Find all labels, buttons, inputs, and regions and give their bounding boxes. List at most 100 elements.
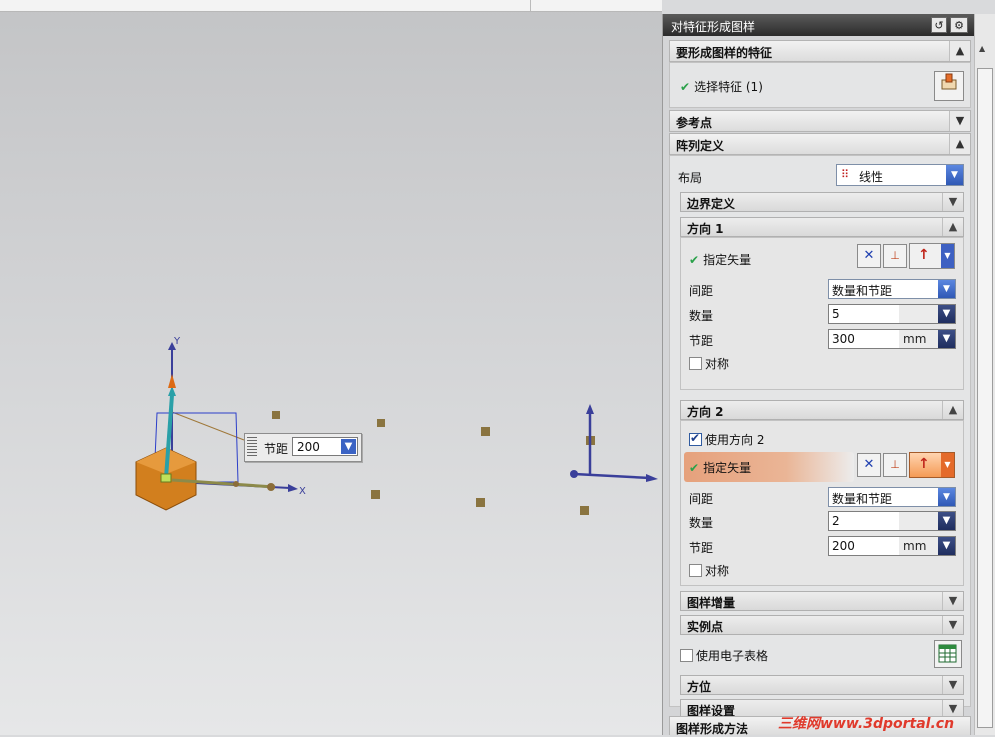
layout-select[interactable]: ⠿ 线性 ▼	[836, 164, 964, 186]
instance-point	[377, 419, 385, 427]
field-shade	[899, 305, 938, 323]
direction-1-area: ✔指定矢量 ✕ ⊥ ↑ ▼ 间距 数量和节距 ▼ 数量 5 ▼ 节距 300	[680, 237, 964, 390]
spacing-select[interactable]: 数量和节距 ▼	[828, 487, 956, 507]
spacing-label: 间距	[689, 284, 714, 298]
expand-icon[interactable]: ▼	[942, 592, 963, 610]
layout-value: 线性	[859, 170, 884, 184]
expand-icon[interactable]: ▼	[942, 193, 963, 211]
spacing-value: 数量和节距	[832, 284, 893, 298]
subsection-pattern-increment[interactable]: 图样增量 ▼	[680, 591, 964, 611]
subsection-boundary[interactable]: 边界定义 ▼	[680, 192, 964, 212]
chevron-down-icon[interactable]: ▼	[941, 453, 954, 477]
count-value: 2	[832, 514, 840, 528]
reverse-direction-button[interactable]: ✕	[857, 244, 881, 268]
use-direction-2-label: 使用方向 2	[705, 433, 765, 447]
pitch-field[interactable]: 200 ▼	[292, 437, 358, 456]
count-field[interactable]: 5 ▼	[828, 304, 956, 324]
arrow-down-icon[interactable]: ▼	[938, 330, 955, 348]
spreadsheet-checkbox[interactable]	[680, 649, 693, 662]
scrollbar-thumb[interactable]	[977, 68, 993, 728]
chevron-down-icon[interactable]: ▼	[938, 488, 955, 506]
gear-icon[interactable]: ⚙	[950, 17, 968, 33]
arrow-down-icon[interactable]: ▼	[938, 305, 955, 323]
collapse-icon[interactable]: ▲	[949, 134, 970, 154]
subsection-instance-points[interactable]: 实例点 ▼	[680, 615, 964, 635]
use-direction-2-checkbox[interactable]	[689, 431, 702, 446]
scene-canvas[interactable]: Y X	[0, 0, 662, 735]
spreadsheet-icon	[938, 644, 957, 663]
arrow-down-icon[interactable]: ▼	[938, 537, 955, 555]
chevron-down-icon[interactable]: ▼	[941, 244, 954, 268]
expand-icon[interactable]: ▼	[942, 616, 963, 634]
section-array-definition[interactable]: 阵列定义 ▲	[669, 133, 971, 155]
subsection-direction-1[interactable]: 方向 1 ▲	[680, 217, 964, 237]
subsection-title: 实例点	[687, 620, 724, 634]
onscreen-pitch-input[interactable]: 节距 200 ▼	[244, 433, 362, 462]
instance-point	[371, 490, 380, 499]
spacing-value: 数量和节距	[832, 492, 893, 506]
count-field[interactable]: 2 ▼	[828, 511, 956, 531]
count-value: 5	[832, 307, 840, 321]
pitch-value: 200	[832, 539, 855, 553]
subsection-orientation[interactable]: 方位 ▼	[680, 675, 964, 695]
y-axis-label: Y	[173, 336, 181, 347]
reverse-icon: ✕	[863, 457, 875, 472]
vector-type-select[interactable]: ↑ ▼	[909, 452, 955, 478]
symmetric-checkbox[interactable]	[689, 357, 702, 370]
specify-vector-row[interactable]: ✔ 指定矢量	[689, 459, 751, 476]
pitch-field[interactable]: 200 mm ▼	[828, 536, 956, 556]
section-features[interactable]: 要形成图样的特征 ▲	[669, 40, 971, 62]
vector-icon: ⊥	[890, 249, 900, 262]
symmetric-checkbox[interactable]	[689, 564, 702, 577]
panel-scrollbar[interactable]: ▲	[974, 14, 995, 735]
feature-select-button[interactable]	[934, 71, 964, 101]
specify-vector-label: 指定矢量	[703, 253, 752, 267]
vector-dialog-button[interactable]: ⊥	[883, 244, 907, 268]
instance-point	[481, 427, 490, 436]
vector-type-select[interactable]: ↑ ▼	[909, 243, 955, 269]
specify-vector-row[interactable]: ✔ 指定矢量	[689, 251, 751, 268]
subsection-title: 边界定义	[687, 197, 736, 211]
section-title: 图样形成方法	[676, 722, 749, 736]
triad-z-arrow	[586, 404, 594, 414]
pitch-field[interactable]: 300 mm ▼	[828, 329, 956, 349]
pattern-feature-dialog: 对特征形成图样 ↺ ⚙ 要形成图样的特征 ▲ ✔ 选择特征 (1) 参考点 ▼ 阵…	[662, 14, 975, 736]
instance-point	[580, 506, 589, 515]
chevron-down-icon[interactable]: ▼	[946, 165, 963, 185]
field-shade	[899, 512, 938, 530]
subsection-direction-2[interactable]: 方向 2 ▲	[680, 400, 964, 420]
section-reference-point[interactable]: 参考点 ▼	[669, 110, 971, 132]
vector-icon: ⊥	[890, 458, 900, 471]
chevron-down-icon[interactable]: ▼	[938, 280, 955, 298]
select-feature-row[interactable]: ✔ 选择特征 (1)	[680, 78, 763, 95]
instance-point	[476, 498, 485, 507]
ref-line	[171, 411, 245, 441]
spacing-label: 间距	[689, 492, 714, 506]
select-feature-label: 选择特征 (1)	[694, 80, 763, 94]
x-axis-label: X	[299, 486, 306, 497]
check-icon: ✔	[689, 253, 700, 267]
spreadsheet-button[interactable]	[934, 640, 962, 668]
arrow-down-icon[interactable]: ▼	[341, 439, 356, 454]
watermark: 三维网www.3dportal.cn	[778, 716, 955, 732]
drag-grip[interactable]	[247, 437, 257, 457]
spacing-select[interactable]: 数量和节距 ▼	[828, 279, 956, 299]
reset-icon[interactable]: ↺	[931, 17, 947, 33]
arrow-down-icon[interactable]: ▼	[938, 512, 955, 530]
dialog-title: 对特征形成图样	[671, 20, 756, 34]
chevron-up-icon[interactable]: ▲	[979, 44, 985, 53]
triad-x	[573, 472, 651, 480]
collapse-icon[interactable]: ▲	[942, 218, 963, 236]
vector-arrow-icon: ↑	[918, 456, 930, 472]
features-area: ✔ 选择特征 (1)	[669, 62, 971, 108]
expand-icon[interactable]: ▼	[949, 111, 970, 131]
dialog-titlebar[interactable]: 对特征形成图样 ↺ ⚙	[663, 14, 975, 36]
collapse-icon[interactable]: ▲	[942, 401, 963, 419]
cube-icon	[941, 73, 957, 90]
expand-icon[interactable]: ▼	[942, 676, 963, 694]
graphics-viewport[interactable]: Y X 节距 200 ▼	[0, 0, 662, 735]
collapse-icon[interactable]: ▲	[949, 41, 970, 61]
vector-dialog-button[interactable]: ⊥	[883, 453, 907, 477]
symmetric-label: 对称	[705, 357, 730, 371]
reverse-direction-button[interactable]: ✕	[857, 453, 881, 477]
